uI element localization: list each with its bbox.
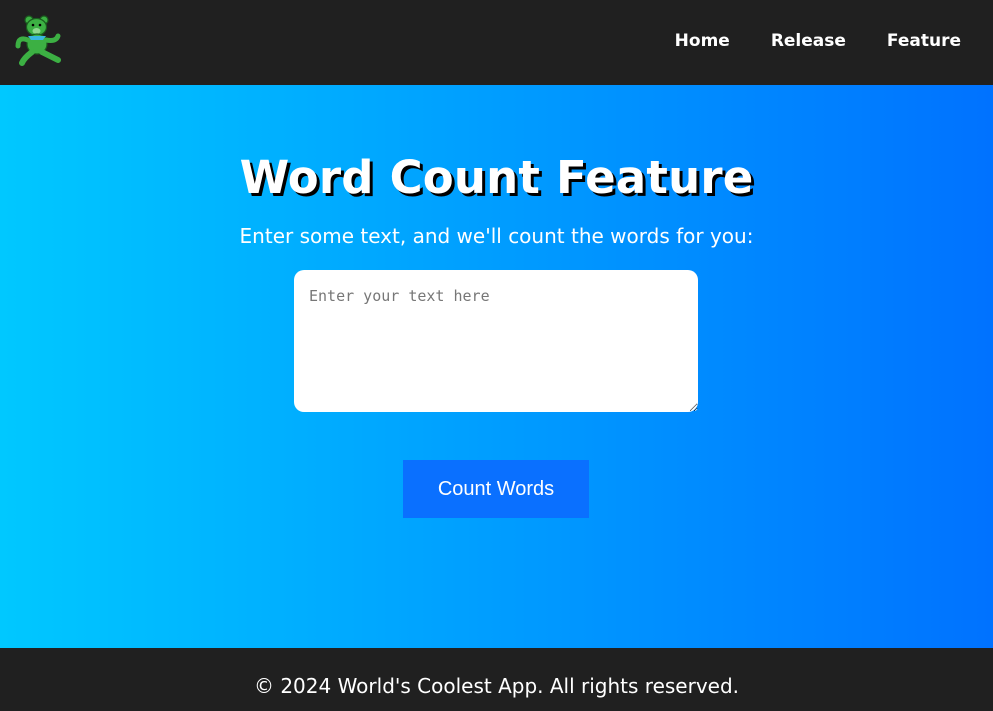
site-footer: © 2024 World's Coolest App. All rights r… bbox=[0, 648, 993, 711]
dancing-bear-icon[interactable] bbox=[14, 14, 62, 66]
site-header: Home Release Feature bbox=[0, 0, 993, 85]
nav-feature-link[interactable]: Feature bbox=[887, 31, 961, 51]
copyright-text: © 2024 World's Coolest App. All rights r… bbox=[253, 674, 740, 698]
page-title: Word Count Feature bbox=[239, 151, 754, 204]
nav-release-link[interactable]: Release bbox=[771, 31, 846, 51]
word-count-section: Word Count Feature Enter some text, and … bbox=[0, 85, 993, 648]
count-words-button[interactable]: Count Words bbox=[403, 460, 589, 518]
nav-home-link[interactable]: Home bbox=[675, 31, 730, 51]
text-input[interactable] bbox=[294, 270, 698, 412]
main-nav: Home Release Feature bbox=[675, 0, 961, 82]
page-subtitle: Enter some text, and we'll count the wor… bbox=[239, 224, 754, 248]
